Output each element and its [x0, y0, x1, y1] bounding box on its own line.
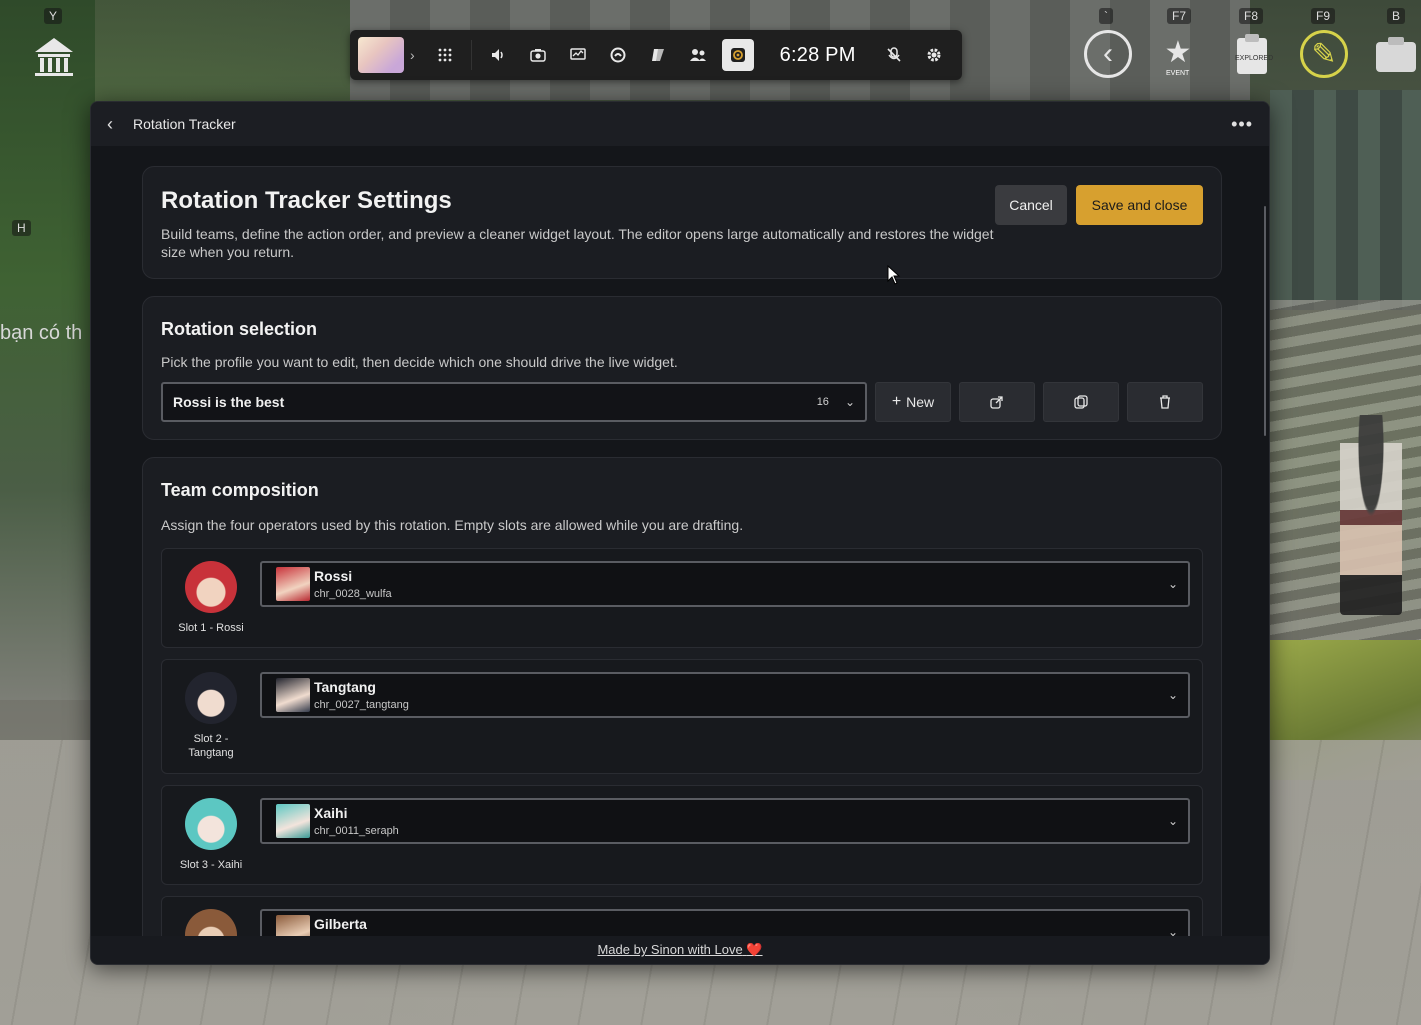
settings-content[interactable]: Rotation Tracker Settings Build teams, d… — [91, 146, 1269, 936]
slot-1-avatar — [185, 561, 237, 613]
plus-icon: + — [891, 393, 902, 410]
clock: 6:28 PM — [779, 43, 856, 66]
background-building-right — [1270, 90, 1421, 310]
edge-icon[interactable] — [602, 39, 634, 71]
hud-pencil-icon[interactable]: ✎ — [1300, 30, 1348, 78]
team-slot-4: Gilberta ⌄ — [161, 896, 1203, 936]
slot-4-operator-select[interactable]: Gilberta ⌄ — [260, 909, 1190, 936]
slot-2-avatar — [185, 672, 237, 724]
slot-1-operator-name: Rossi — [314, 568, 353, 584]
game-subtitle: bạn có th — [0, 322, 83, 344]
profile-count: 16 — [816, 396, 829, 408]
hud-event-label: EVENT — [1166, 70, 1190, 77]
content-scrollbar[interactable] — [1264, 206, 1266, 436]
hud-key-h: H — [12, 220, 31, 236]
duplicate-profile-button[interactable] — [1043, 382, 1119, 422]
hud-backpack-icon[interactable] — [1372, 30, 1420, 78]
slot-4-operator-name: Gilberta — [314, 916, 367, 932]
gamebar-separator — [470, 40, 472, 70]
slot-2-operator-id: chr_0027_tangtang — [314, 699, 409, 711]
rotation-selection-heading: Rotation selection — [161, 319, 318, 339]
slot-1-operator-thumbnail — [276, 567, 310, 601]
game-character — [1340, 415, 1402, 615]
chevron-down-icon: ⌄ — [1167, 814, 1178, 828]
chevron-down-icon: ⌄ — [844, 395, 855, 409]
rotation-selection-card: Rotation selection Pick the profile you … — [142, 296, 1222, 440]
hud-key-b: B — [1387, 8, 1406, 24]
slot-4-avatar — [185, 909, 237, 936]
performance-icon[interactable] — [562, 39, 594, 71]
window-title: Rotation Tracker — [133, 116, 236, 132]
slot-3-operator-select[interactable]: Xaihi chr_0011_seraph ⌄ — [260, 798, 1190, 844]
team-slot-1: Slot 1 - Rossi Rossi chr_0028_wulfa ⌄ — [161, 548, 1203, 648]
slot-3-operator-id: chr_0011_seraph — [314, 825, 399, 837]
chevron-down-icon: ⌄ — [1167, 577, 1178, 591]
hud-clipboard-icon[interactable] — [1228, 30, 1276, 78]
hud-key-f9: F9 — [1311, 8, 1336, 24]
hud-explored-label: EXPLORED — [1235, 55, 1274, 62]
team-slot-2: Slot 2 - Tangtang Tangtang chr_0027_tang… — [161, 659, 1203, 774]
more-options-icon[interactable]: ••• — [1231, 114, 1253, 135]
slot-4-operator-thumbnail — [276, 915, 310, 936]
slot-2-operator-thumbnail — [276, 678, 310, 712]
hud-temple-icon — [30, 32, 78, 80]
share-profile-button[interactable] — [959, 382, 1035, 422]
slot-3-avatar — [185, 798, 237, 850]
team-slot-3: Slot 3 - Xaihi Xaihi chr_0011_seraph ⌄ — [161, 785, 1203, 885]
slot-3-operator-thumbnail — [276, 804, 310, 838]
capture-icon[interactable] — [522, 39, 554, 71]
hud-key-backtick: ` — [1099, 8, 1113, 24]
credits-text: Made by Sinon with Love — [597, 942, 743, 957]
hud-key-f8: F8 — [1239, 8, 1264, 24]
rotation-tracker-widget-icon[interactable] — [721, 39, 754, 71]
social-icon[interactable] — [682, 39, 714, 71]
slot-2-label: Slot 2 - Tangtang — [188, 733, 234, 759]
copilot-icon[interactable] — [642, 39, 674, 71]
settings-icon[interactable] — [918, 39, 950, 71]
rotation-selection-description: Pick the profile you want to edit, then … — [161, 354, 678, 370]
rotation-tracker-window: ‹ Rotation Tracker ••• Rotation Tracker … — [90, 101, 1270, 965]
chevron-down-icon: ⌄ — [1167, 925, 1178, 936]
hud-key-y: Y — [44, 8, 63, 24]
duplicate-icon — [1074, 395, 1088, 409]
chevron-down-icon: ⌄ — [1167, 688, 1178, 702]
hud-key-f7: F7 — [1167, 8, 1192, 24]
volume-icon[interactable] — [482, 39, 514, 71]
save-and-close-button[interactable]: Save and close — [1076, 185, 1203, 225]
profile-select-value: Rossi is the best — [173, 394, 285, 410]
back-arrow-icon[interactable]: ‹ — [107, 114, 131, 135]
team-composition-card: Team composition Assign the four operato… — [142, 457, 1222, 936]
team-composition-description: Assign the four operators used by this r… — [161, 517, 744, 533]
page-description: Build teams, define the action order, an… — [161, 226, 994, 260]
team-composition-heading: Team composition — [161, 480, 319, 500]
window-titlebar: ‹ Rotation Tracker ••• — [91, 102, 1269, 146]
new-profile-button[interactable]: + New — [875, 382, 951, 422]
hud-event-star-icon[interactable]: ★ — [1154, 28, 1202, 76]
delete-profile-button[interactable] — [1127, 382, 1203, 422]
mic-off-icon[interactable] — [878, 39, 910, 71]
widgets-menu-icon[interactable] — [429, 39, 461, 71]
settings-header-card: Rotation Tracker Settings Build teams, d… — [142, 166, 1222, 279]
game-bar: › 6:28 PM — [350, 30, 962, 80]
heart-icon: ❤️ — [746, 942, 763, 957]
slot-2-operator-name: Tangtang — [314, 679, 376, 695]
slot-1-label: Slot 1 - Rossi — [178, 622, 244, 634]
cancel-button[interactable]: Cancel — [995, 185, 1067, 225]
slot-3-operator-name: Xaihi — [314, 805, 348, 821]
game-thumbnail[interactable] — [358, 37, 404, 73]
slot-2-operator-select[interactable]: Tangtang chr_0027_tangtang ⌄ — [260, 672, 1190, 718]
footer: Made by Sinon with Love ❤️ — [91, 936, 1269, 964]
credits-link[interactable]: Made by Sinon with Love ❤️ — [597, 942, 762, 958]
chevron-right-icon[interactable]: › — [410, 47, 415, 63]
trash-icon — [1160, 395, 1170, 409]
slot-1-operator-select[interactable]: Rossi chr_0028_wulfa ⌄ — [260, 561, 1190, 607]
background-trees-left — [0, 0, 95, 700]
hud-back-icon[interactable]: ‹ — [1084, 30, 1132, 78]
profile-select[interactable]: Rossi is the best 16 ⌄ — [161, 382, 867, 422]
share-icon — [990, 396, 1003, 409]
new-button-label: New — [906, 394, 935, 410]
slot-1-operator-id: chr_0028_wulfa — [314, 588, 392, 600]
slot-3-label: Slot 3 - Xaihi — [179, 859, 243, 871]
page-title: Rotation Tracker Settings — [161, 187, 452, 214]
